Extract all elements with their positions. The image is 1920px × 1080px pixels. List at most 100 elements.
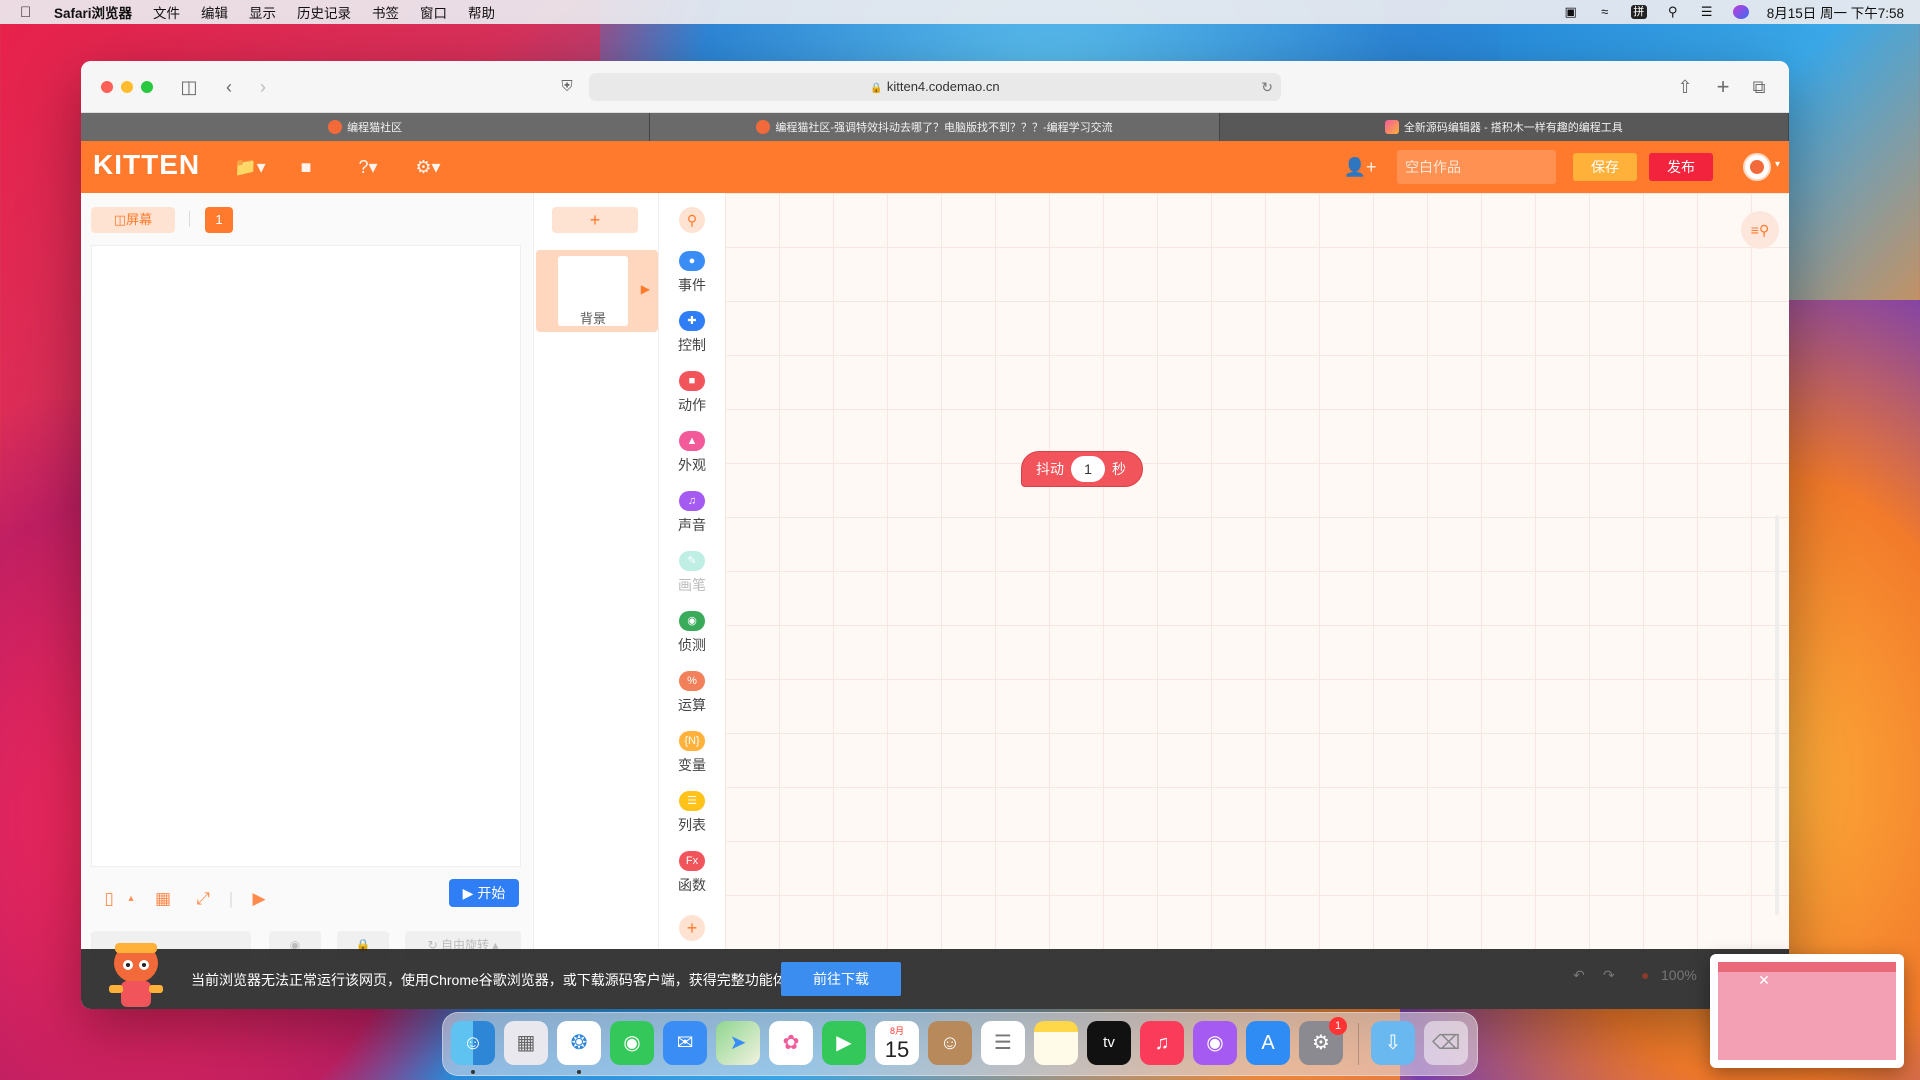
user-avatar[interactable]	[1743, 153, 1771, 181]
workspace-scrollbar[interactable]	[1775, 515, 1779, 915]
start-button[interactable]: ▶ 开始	[449, 879, 519, 907]
menu-bar:  Safari浏览器 文件 编辑 显示 历史记录 书签 窗口 帮助 ▣ ≈ 拼…	[0, 0, 1920, 24]
preview-icon[interactable]: ▶	[247, 887, 271, 911]
launchpad-icon[interactable]: ▦	[504, 1021, 548, 1065]
calendar-icon[interactable]: 8月 15	[875, 1021, 919, 1065]
close-icon[interactable]: ✕	[1756, 972, 1772, 988]
category-operator[interactable]: % 运算	[659, 671, 725, 715]
background-sprite-card[interactable]: 背景 ▶	[536, 250, 658, 332]
category-sensing[interactable]: ◉ 侦测	[659, 611, 725, 655]
safari-icon[interactable]: ❂	[557, 1021, 601, 1065]
apple-icon[interactable]: 	[20, 4, 42, 21]
spotlight-search-icon[interactable]: ⚲	[1665, 5, 1681, 19]
screenshot-preview-header	[1718, 962, 1896, 972]
category-motion[interactable]: ■ 动作	[659, 371, 725, 415]
messages-icon[interactable]: ◉	[610, 1021, 654, 1065]
downloads-folder-icon[interactable]: ⇩	[1371, 1021, 1415, 1065]
project-name-input[interactable]: 空白作品	[1397, 150, 1556, 184]
avatar-dropdown-icon[interactable]: ▾	[1775, 159, 1780, 170]
contacts-icon[interactable]: ☺	[928, 1021, 972, 1065]
menu-item-help[interactable]: 帮助	[468, 2, 495, 22]
category-function[interactable]: Fx 函数	[659, 851, 725, 895]
reload-icon[interactable]: ↻	[1261, 73, 1273, 101]
back-icon[interactable]: ‹	[217, 75, 241, 99]
screen-number-button[interactable]: 1	[205, 207, 233, 233]
menu-app-name[interactable]: Safari浏览器	[54, 2, 132, 22]
kitten-logo[interactable]: KITTEN	[93, 149, 200, 181]
privacy-shield-icon[interactable]: ⛨	[555, 75, 579, 99]
control-center-icon[interactable]: ☰	[1699, 5, 1715, 19]
input-method-icon[interactable]: 拼	[1630, 5, 1647, 19]
code-workspace[interactable]: ≡⚲ 抖动 1 秒	[725, 193, 1789, 1009]
grid-icon[interactable]: ▦	[151, 887, 175, 911]
collaborate-user-icon[interactable]: 👤+	[1343, 155, 1377, 179]
zoom-window-button[interactable]	[141, 81, 153, 93]
mail-icon[interactable]: ✉	[663, 1021, 707, 1065]
stage-size-icon[interactable]: ▯	[97, 887, 121, 911]
stage-canvas[interactable]	[91, 245, 521, 867]
file-menu-icon[interactable]: 📁▾	[233, 155, 267, 179]
category-event[interactable]: ● 事件	[659, 251, 725, 295]
category-looks[interactable]: ▲ 外观	[659, 431, 725, 475]
publish-button[interactable]: 发布	[1649, 153, 1713, 181]
category-pen[interactable]: ✎ 画笔	[659, 551, 725, 595]
menu-item-view[interactable]: 显示	[249, 2, 276, 22]
category-variable[interactable]: {N} 变量	[659, 731, 725, 775]
share-icon[interactable]: ⇧	[1673, 75, 1697, 99]
close-window-button[interactable]	[101, 81, 113, 93]
undo-icon[interactable]: ↶	[1573, 967, 1585, 984]
tab-overview-icon[interactable]: ⧉	[1747, 75, 1771, 99]
chevron-right-icon[interactable]: ▶	[641, 282, 650, 296]
menu-item-file[interactable]: 文件	[153, 2, 180, 22]
screen-mirror-icon[interactable]: ▣	[1563, 5, 1579, 19]
app-store-icon[interactable]: A	[1246, 1021, 1290, 1065]
minimize-window-button[interactable]	[121, 81, 133, 93]
notes-icon[interactable]	[1034, 1021, 1078, 1065]
tab-forum-post[interactable]: 编程猫社区-强调特效抖动去哪了？电脑版找不到？？？-编程学习交流	[650, 113, 1220, 141]
shake-block[interactable]: 抖动 1 秒	[1021, 451, 1143, 487]
screen-tab-button[interactable]: ◫屏幕	[91, 207, 175, 233]
apple-tv-icon[interactable]: tv	[1087, 1021, 1131, 1065]
menu-item-bookmarks[interactable]: 书签	[372, 2, 399, 22]
menu-item-edit[interactable]: 编辑	[201, 2, 228, 22]
tab-kitten-editor[interactable]: 全新源码编辑器 - 搭积木一样有趣的编程工具	[1219, 113, 1789, 141]
help-menu-icon[interactable]: ?▾	[351, 155, 385, 179]
trash-icon[interactable]: ⌫	[1424, 1021, 1468, 1065]
tab-codemao-community[interactable]: 编程猫社区	[81, 113, 651, 141]
system-preferences-icon[interactable]: ⚙ 1	[1299, 1017, 1347, 1065]
siri-icon[interactable]	[1732, 5, 1749, 19]
music-icon[interactable]: ♫	[1140, 1021, 1184, 1065]
add-extension-button[interactable]: +	[679, 915, 705, 941]
stage-size-dropdown-icon[interactable]: ▴	[119, 887, 143, 911]
download-client-button[interactable]: 前往下载	[781, 962, 901, 996]
block-search-icon[interactable]: ⚲	[679, 207, 705, 233]
category-list[interactable]: ☰ 列表	[659, 791, 725, 835]
block-seconds-input[interactable]: 1	[1071, 456, 1105, 482]
reminders-icon[interactable]: ☰	[981, 1021, 1025, 1065]
menu-item-history[interactable]: 历史记录	[297, 2, 351, 22]
category-control[interactable]: ✚ 控制	[659, 311, 725, 355]
zoom-out-icon[interactable]: ●	[1641, 967, 1649, 983]
add-sprite-button[interactable]: +	[552, 207, 638, 233]
workspace-search-icon[interactable]: ≡⚲	[1741, 211, 1779, 249]
finder-icon[interactable]: ☺	[451, 1021, 495, 1065]
address-bar[interactable]: 🔒 kitten4.codemao.cn ↻	[589, 73, 1281, 101]
maps-icon[interactable]: ➤	[716, 1021, 760, 1065]
redo-icon[interactable]: ↷	[1603, 967, 1615, 984]
backpack-icon[interactable]: ■	[289, 155, 323, 179]
event-icon: ●	[679, 251, 705, 271]
sidebar-toggle-icon[interactable]: ◫	[177, 75, 201, 99]
save-button[interactable]: 保存	[1573, 153, 1637, 181]
new-tab-icon[interactable]: +	[1711, 75, 1735, 99]
wifi-icon[interactable]: ≈	[1597, 5, 1613, 19]
facetime-icon[interactable]: ▶	[822, 1021, 866, 1065]
podcasts-icon[interactable]: ◉	[1193, 1021, 1237, 1065]
menu-item-window[interactable]: 窗口	[420, 2, 447, 22]
screenshot-thumbnail[interactable]: ✕	[1710, 954, 1904, 1068]
settings-menu-icon[interactable]: ⚙▾	[411, 155, 445, 179]
category-sound[interactable]: ♫ 声音	[659, 491, 725, 535]
photos-icon[interactable]: ✿	[769, 1021, 813, 1065]
menu-clock[interactable]: 8月15日 周一 下午7:58	[1767, 2, 1904, 22]
fullscreen-icon[interactable]: ⤢	[191, 887, 215, 911]
forward-icon[interactable]: ›	[251, 75, 275, 99]
